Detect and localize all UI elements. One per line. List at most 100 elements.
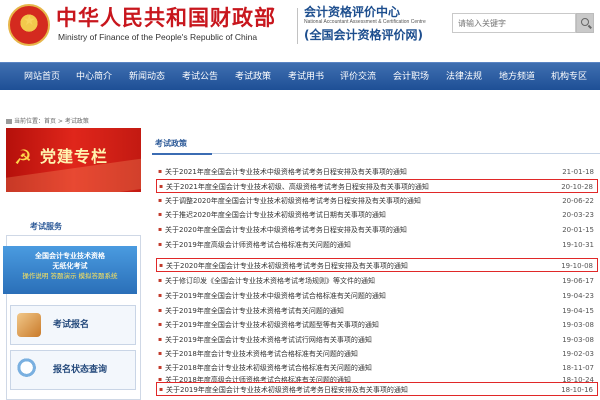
list-item-date: 19-10-08	[561, 262, 593, 270]
list-item-title[interactable]: 关于2019年度高级会计师资格考试合格标准有关问题的通知	[165, 239, 351, 251]
center-english-name: National Accountant Assessment & Certifi…	[304, 19, 426, 25]
list-item-title[interactable]: 关于2019年度全国会计专业技术初级资格考试题型等有关事项的通知	[165, 319, 379, 331]
list-item-title[interactable]: 关于2019年度全国会计专业技术资格考试试行网络有关事项的通知	[165, 334, 372, 346]
national-emblem-icon[interactable]	[8, 4, 50, 46]
search-button[interactable]	[576, 13, 594, 33]
bullet-icon: ▪	[158, 226, 163, 233]
services-title: 考试服务	[30, 222, 62, 231]
list-item-date: 19-04-15	[562, 307, 594, 315]
list-item-date: 20-03-23	[562, 211, 594, 219]
search-input[interactable]	[452, 13, 576, 33]
service-item-status-query[interactable]: 报名状态查询	[10, 350, 136, 390]
party-building-banner[interactable]: ☭ 党建专栏	[6, 128, 141, 192]
list-item-date: 19-06-17	[562, 277, 594, 285]
list-item-date: 19-04-23	[562, 292, 594, 300]
nav-item-announcements[interactable]: 考试公告	[182, 63, 218, 91]
promo-line-1: 全国会计专业技术资格	[35, 252, 105, 260]
list-item[interactable]: ▪ 关于2019年度全国会计专业技术中级资格考试合格标准有关问题的通知 19-0…	[156, 289, 598, 303]
bullet-icon: ▪	[159, 262, 164, 269]
list-item[interactable]: ▪ 关于2019年度高级会计师资格考试合格标准有关问题的通知 19-10-31	[156, 238, 598, 252]
list-item[interactable]: ▪ 关于2019年度全国会计专业技术初级资格考试题型等有关事项的通知 19-03…	[156, 318, 598, 332]
list-item-date: 19-03-08	[562, 321, 594, 329]
center-subtitle: (全国会计资格评价网)	[304, 28, 423, 42]
list-item-title[interactable]: 关于调整2020年度全国会计专业技术初级资格考试考务日程安排及有关事项的通知	[165, 195, 421, 207]
nav-item-career[interactable]: 会计职场	[393, 63, 429, 91]
bullet-icon: ▪	[159, 183, 164, 190]
list-item-date: 20-01-15	[562, 226, 594, 234]
list-item[interactable]: ▪ 关于2018年度会计专业技术资格考试合格标准有关问题的通知 19-02-03	[156, 347, 598, 361]
list-item-title[interactable]: 关于2018年度会计专业技术资格考试合格标准有关问题的通知	[165, 348, 358, 360]
nav-item-local[interactable]: 地方频道	[499, 63, 535, 91]
party-banner-label: 党建专栏	[40, 147, 109, 166]
site-header: 中华人民共和国财政部 Ministry of Finance of the Pe…	[0, 0, 600, 60]
list-item-date: 21-01-18	[562, 168, 594, 176]
bullet-icon: ▪	[158, 350, 163, 357]
nav-item-institutions[interactable]: 机构专区	[551, 63, 587, 91]
service-item-label: 考试报名	[53, 320, 90, 330]
ministry-name[interactable]: 中华人民共和国财政部	[56, 5, 276, 30]
pencil-icon	[17, 313, 41, 337]
list-item-highlighted[interactable]: ▪ 关于2021年度全国会计专业技术初级、高级资格考试考务日程安排及有关事项的通…	[156, 179, 598, 193]
list-item[interactable]: ▪ 关于推迟2020年度全国会计专业技术初级资格考试日期有关事项的通知 20-0…	[156, 208, 598, 222]
bullet-icon: ▪	[158, 168, 163, 175]
list-item-title[interactable]: 关于2019年度全国会计专业技术资格考试有关问题的通知	[165, 305, 344, 317]
bullet-icon: ▪	[158, 211, 163, 218]
list-item-title[interactable]: 关于2020年度全国会计专业技术初级资格考试考务日程安排及有关事项的通知	[166, 260, 408, 272]
ministry-english-name: Ministry of Finance of the People's Repu…	[58, 32, 258, 42]
list-item-title[interactable]: 关于2019年度全国会计专业技术中级资格考试合格标准有关问题的通知	[165, 290, 386, 302]
magnifier-icon	[17, 358, 41, 382]
header-divider	[297, 8, 298, 44]
paperless-exam-banner[interactable]: 全国会计专业技术资格 无纸化考试 操作说明 答题演示 模拟答题系统	[3, 246, 137, 294]
breadcrumb: 当前位置：首页 > 考试政策	[6, 116, 89, 125]
list-item-title[interactable]: 关于修订印发《全国会计专业技术资格考试考场规则》等文件的通知	[165, 275, 375, 287]
breadcrumb-text[interactable]: 当前位置：首页 > 考试政策	[14, 118, 89, 125]
list-item[interactable]: ▪ 关于2020年度全国会计专业技术中级资格考试考务日程安排及有关事项的通知 2…	[156, 223, 598, 237]
promo-line-2: 无纸化考试	[52, 262, 88, 270]
service-item-label: 报名状态查询	[53, 365, 108, 375]
list-item[interactable]: ▪ 关于2019年度全国会计专业技术资格考试有关问题的通知 19-04-15	[156, 304, 598, 318]
bullet-icon: ▪	[158, 277, 163, 284]
list-item-date: 20-10-28	[561, 183, 593, 191]
bullet-icon: ▪	[158, 336, 163, 343]
bullet-icon: ▪	[158, 292, 163, 299]
nav-item-policy[interactable]: 考试政策	[235, 63, 271, 91]
bullet-icon: ▪	[158, 364, 163, 371]
bullet-icon: ▪	[158, 241, 163, 248]
search-icon	[581, 18, 589, 26]
list-divider	[152, 153, 600, 154]
list-item[interactable]: ▪ 关于修订印发《全国会计专业技术资格考试考场规则》等文件的通知 19-06-1…	[156, 274, 598, 288]
list-item-date: 19-03-08	[562, 336, 594, 344]
center-title: 会计资格评价中心	[304, 5, 401, 19]
nav-item-laws[interactable]: 法律法规	[446, 63, 482, 91]
promo-line-3: 操作说明 答题演示 模拟答题系统	[22, 272, 118, 280]
list-item-date: 18-10-16	[561, 386, 593, 394]
list-item-title[interactable]: 关于2021年度全国会计专业技术中级资格考试考务日程安排及有关事项的通知	[165, 166, 407, 178]
list-item-highlighted[interactable]: ▪ 关于2020年度全国会计专业技术初级资格考试考务日程安排及有关事项的通知 1…	[156, 258, 598, 272]
service-item-registration[interactable]: 考试报名	[10, 305, 136, 345]
tab-exam-policy[interactable]: 考试政策	[155, 138, 187, 150]
bullet-icon: ▪	[158, 321, 163, 328]
list-item-date: 19-10-31	[562, 241, 594, 249]
nav-item-home[interactable]: 网站首页	[24, 63, 60, 91]
active-tab-underline	[152, 153, 212, 155]
nav-item-books[interactable]: 考试用书	[288, 63, 324, 91]
nav-item-exchange[interactable]: 评价交流	[340, 63, 376, 91]
list-item-highlighted[interactable]: ▪ 关于2019年度全国会计专业技术初级资格考试考务日程安排及有关事项的通知 1…	[156, 382, 598, 396]
nav-item-about[interactable]: 中心简介	[76, 63, 112, 91]
nav-item-news[interactable]: 新闻动态	[129, 63, 165, 91]
list-item-title[interactable]: 关于推迟2020年度全国会计专业技术初级资格考试日期有关事项的通知	[165, 209, 386, 221]
list-item-date: 20-06-22	[562, 197, 594, 205]
list-item-title[interactable]: 关于2021年度全国会计专业技术初级、高级资格考试考务日程安排及有关事项的通知	[166, 181, 429, 193]
bullet-icon: ▪	[159, 386, 164, 393]
bullet-icon: ▪	[158, 307, 163, 314]
list-item[interactable]: ▪ 关于2019年度全国会计专业技术资格考试试行网络有关事项的通知 19-03-…	[156, 333, 598, 347]
list-item-date: 19-02-03	[562, 350, 594, 358]
home-icon	[6, 119, 12, 124]
list-item[interactable]: ▪ 关于2021年度全国会计专业技术中级资格考试考务日程安排及有关事项的通知 2…	[156, 165, 598, 179]
main-nav: 网站首页 中心简介 新闻动态 考试公告 考试政策 考试用书 评价交流 会计职场 …	[0, 62, 600, 90]
list-item[interactable]: ▪ 关于调整2020年度全国会计专业技术初级资格考试考务日程安排及有关事项的通知…	[156, 194, 598, 208]
bullet-icon: ▪	[158, 197, 163, 204]
party-emblem-icon: ☭	[14, 145, 32, 169]
list-item-title[interactable]: 关于2020年度全国会计专业技术中级资格考试考务日程安排及有关事项的通知	[165, 224, 407, 236]
list-item-title[interactable]: 关于2019年度全国会计专业技术初级资格考试考务日程安排及有关事项的通知	[166, 384, 408, 396]
